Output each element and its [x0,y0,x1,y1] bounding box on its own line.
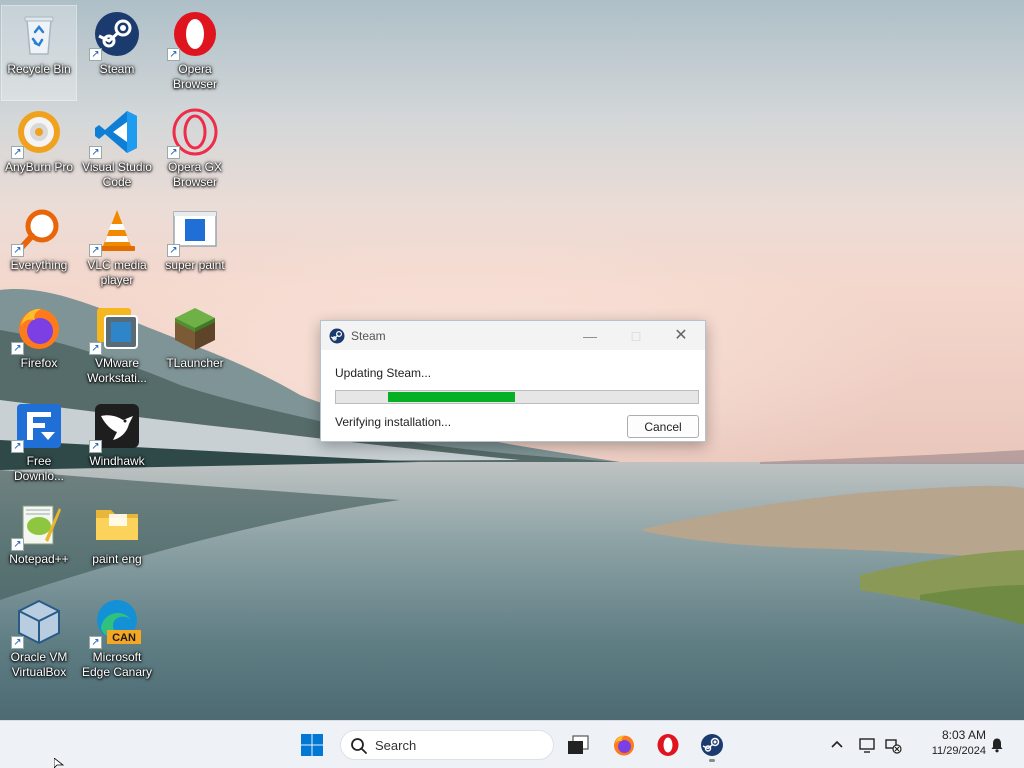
desktop-icon-free-download-manager[interactable]: ↗ Free Downlo... [2,398,76,492]
shortcut-arrow-icon: ↗ [89,636,102,649]
network-disconnected-icon [885,739,902,754]
recycle-bin-icon [24,16,54,55]
start-button[interactable] [296,729,328,761]
steam-icon [329,328,345,344]
desktop-icon-label: Steam [99,62,135,76]
desktop-icon-label: Opera Browser [172,62,217,91]
mouse-cursor-icon [54,758,64,768]
shortcut-arrow-icon: ↗ [89,440,102,453]
desktop-icon-edge-canary[interactable]: CAN ↗ Microsoft Edge Canary [80,594,154,688]
desktop-icon-recycle-bin[interactable]: Recycle Bin [1,5,77,101]
cancel-button[interactable]: Cancel [627,415,699,438]
desktop-icon-windhawk[interactable]: ↗ Windhawk [80,398,154,492]
shortcut-arrow-icon: ↗ [89,48,102,61]
desktop-icon-label: VMware Workstati... [87,356,147,385]
shortcut-arrow-icon: ↗ [11,146,24,159]
update-detail-text: Verifying installation... [335,415,452,429]
shortcut-arrow-icon: ↗ [11,440,24,453]
desktop-icon-label: Oracle VM VirtualBox [10,650,68,679]
shortcut-arrow-icon: ↗ [11,538,24,551]
shortcut-arrow-icon: ↗ [11,636,24,649]
tlauncher-icon [175,308,215,350]
clock-date: 11/29/2024 [931,745,986,757]
notifications-button[interactable] [986,729,1008,761]
desktop-icon-tlauncher[interactable]: TLauncher [158,300,232,394]
desktop-icon-everything[interactable]: ↗ Everything [2,202,76,296]
shortcut-arrow-icon: ↗ [89,244,102,257]
shortcut-arrow-icon: ↗ [89,146,102,159]
update-status-text: Updating Steam... [335,366,432,380]
dialog-titlebar[interactable]: Steam — □ ✕ [321,321,705,350]
desktop-icon-vmware[interactable]: ↗ VMware Workstati... [80,300,154,394]
taskbar-firefox[interactable] [608,729,640,761]
task-view-icon [568,735,589,754]
search-icon [351,738,367,754]
tray-network[interactable] [882,729,904,761]
desktop-icon-super-paint[interactable]: ↗ super paint [158,202,232,296]
desktop-icon-label: AnyBurn Pro [4,160,74,174]
taskbar: Search 8:03 AM 11/29/2024 [0,720,1024,768]
desktop-icon-label: TLauncher [166,356,224,370]
desktop-icon-label: Firefox [20,356,58,370]
search-placeholder: Search [375,738,417,753]
desktop-icon-label: Everything [10,258,68,272]
desktop-icon-label: VLC media player [87,258,147,287]
close-button[interactable]: ✕ [666,325,696,347]
maximize-button[interactable]: □ [621,325,651,347]
desktop-icon-firefox[interactable]: ↗ Firefox [2,300,76,394]
desktop-icon-anyburn[interactable]: ↗ AnyBurn Pro [2,104,76,198]
chevron-up-icon [831,740,843,748]
shortcut-arrow-icon: ↗ [167,146,180,159]
shortcut-arrow-icon: ↗ [11,342,24,355]
windows-start-icon [301,734,323,756]
firefox-icon [614,735,634,756]
desktop-icon-label: Microsoft Edge Canary [81,650,153,679]
desktop-icon-notepad-plus-plus[interactable]: ↗ Notepad++ [2,496,76,590]
dialog-title: Steam [351,329,386,343]
canary-badge: CAN [112,632,136,644]
display-icon [859,738,875,753]
opera-icon [657,734,679,756]
desktop-icon-label: Notepad++ [9,552,69,566]
task-view-button[interactable] [562,729,594,761]
desktop-icon-paint-eng[interactable]: paint eng [80,496,154,590]
desktop-icon-steam[interactable]: ↗ Steam [80,6,154,100]
taskbar-opera[interactable] [652,729,684,761]
running-indicator [709,759,715,762]
tray-display[interactable] [856,729,878,761]
desktop-icon-vscode[interactable]: ↗ Visual Studio Code [80,104,154,198]
folder-icon [96,510,138,540]
desktop-icon-opera-gx[interactable]: ↗ Opera GX Browser [158,104,232,198]
shortcut-arrow-icon: ↗ [167,244,180,257]
desktop-icon-label: Recycle Bin [7,62,71,76]
desktop-icon-label: super paint [165,258,225,272]
desktop-icon-virtualbox[interactable]: ↗ Oracle VM VirtualBox [2,594,76,688]
desktop-icon-opera[interactable]: ↗ Opera Browser [158,6,232,100]
minimize-button[interactable]: — [575,325,605,347]
show-hidden-icons-button[interactable] [822,729,852,761]
desktop-icon-label: Free Downlo... [13,454,65,483]
clock-time: 8:03 AM [941,728,986,742]
update-progress-bar [335,390,699,404]
desktop-icon-vlc[interactable]: ↗ VLC media player [80,202,154,296]
desktop-icon-label: Windhawk [89,454,145,468]
shortcut-arrow-icon: ↗ [11,244,24,257]
bell-icon [991,738,1003,753]
shortcut-arrow-icon: ↗ [89,342,102,355]
shortcut-arrow-icon: ↗ [167,48,180,61]
desktop-icon-label: Visual Studio Code [82,160,152,189]
desktop-icon-label: paint eng [92,552,142,566]
taskbar-clock[interactable]: 8:03 AM 11/29/2024 [914,728,986,759]
steam-icon [701,734,723,756]
taskbar-steam[interactable] [696,729,728,762]
taskbar-search-box[interactable]: Search [340,730,554,760]
desktop-icon-label: Opera GX Browser [167,160,223,189]
progress-fill [388,392,515,402]
steam-update-dialog[interactable]: Steam — □ ✕ Updating Steam... Verifying … [320,320,706,442]
